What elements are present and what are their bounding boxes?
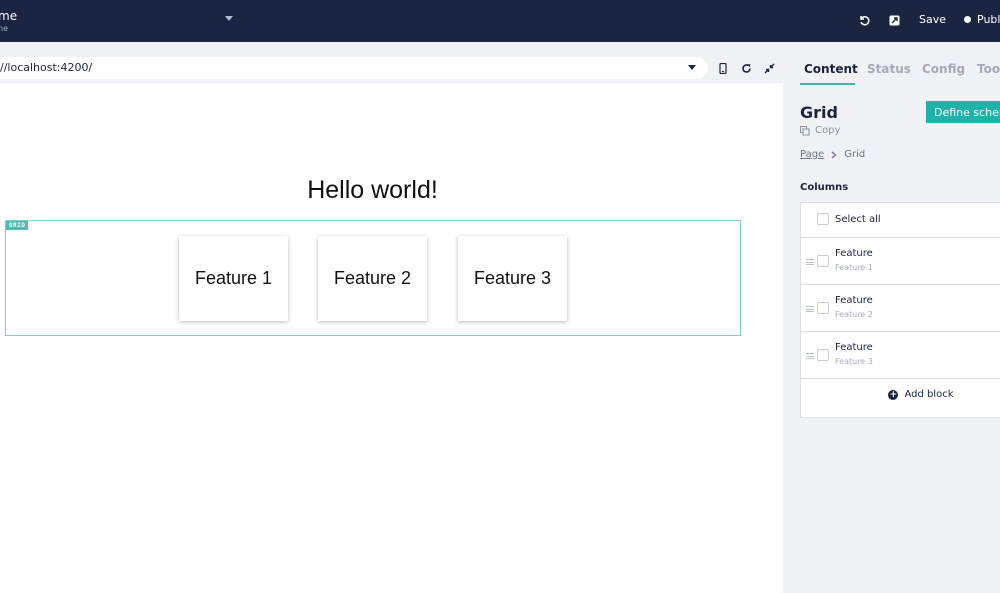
save-button[interactable]: Save — [919, 13, 946, 26]
drag-handle-icon[interactable] — [806, 259, 814, 265]
row-checkbox[interactable] — [817, 302, 829, 314]
list-item[interactable]: Feature Feature 3 — [801, 332, 1000, 379]
collapse-icon[interactable] — [762, 61, 776, 75]
breadcrumb: Page Grid — [800, 149, 865, 160]
tab-content[interactable]: Content — [804, 62, 858, 76]
page-title: me — [0, 9, 18, 23]
row-label: Feature — [835, 248, 873, 259]
status-dot-icon — [964, 16, 971, 23]
list-item[interactable]: Feature Feature 1 — [801, 238, 1000, 285]
feature-card-3[interactable]: Feature 3 — [458, 236, 567, 321]
feature-card-2[interactable]: Feature 2 — [318, 236, 427, 321]
columns-label: Columns — [800, 182, 849, 193]
select-all-label: Select all — [835, 214, 881, 225]
preview-canvas[interactable]: Hello world! GRID Feature 1 Feature 2 Fe… — [0, 83, 783, 593]
publish-button[interactable]: Publ — [964, 13, 1000, 26]
row-checkbox[interactable] — [817, 255, 829, 267]
row-sublabel: Feature 2 — [835, 310, 873, 319]
drag-handle-icon[interactable] — [806, 306, 814, 312]
drag-handle-icon[interactable] — [806, 353, 814, 359]
copy-button[interactable]: Copy — [800, 125, 840, 136]
list-item[interactable]: Feature Feature 2 — [801, 285, 1000, 332]
row-sublabel: Feature 1 — [835, 263, 873, 272]
tab-status[interactable]: Status — [867, 62, 911, 76]
publish-label: Publ — [977, 13, 1000, 26]
page-subtitle: ne — [0, 24, 8, 33]
row-label: Feature — [835, 342, 873, 353]
copy-label: Copy — [815, 125, 841, 136]
grid-block[interactable]: GRID Feature 1 Feature 2 Feature 3 — [5, 220, 741, 336]
row-sublabel: Feature 3 — [835, 357, 873, 366]
select-all-row[interactable]: Select all — [801, 203, 1000, 238]
feature-card-1[interactable]: Feature 1 — [179, 236, 288, 321]
editor-panel: Content Status Config Tool Grid Define s… — [785, 42, 1000, 593]
add-block-label: Add block — [904, 389, 954, 400]
add-block-button[interactable]: + Add block — [801, 389, 1000, 400]
row-label: Feature — [835, 295, 873, 306]
row-checkbox[interactable] — [817, 349, 829, 361]
chevron-down-icon[interactable] — [225, 16, 233, 21]
chevron-right-icon — [831, 151, 837, 158]
select-all-checkbox[interactable] — [817, 213, 829, 225]
hello-heading: Hello world! — [307, 176, 438, 204]
copy-icon — [800, 125, 810, 135]
active-tab-indicator — [800, 83, 855, 85]
columns-list: Select all Feature Feature 1 Feature Fea… — [800, 202, 1000, 418]
tab-config[interactable]: Config — [922, 62, 965, 76]
external-edit-icon[interactable] — [887, 13, 901, 27]
mobile-view-icon[interactable] — [716, 61, 730, 75]
breadcrumb-current: Grid — [844, 149, 866, 160]
url-dropdown-icon[interactable] — [688, 65, 696, 70]
define-schema-button[interactable]: Define schem — [926, 101, 1000, 123]
url-text: //localhost:4200/ — [0, 61, 93, 74]
grid-tag: GRID — [6, 221, 29, 230]
plus-circle-icon: + — [888, 389, 899, 400]
block-title: Grid — [800, 103, 838, 122]
undo-icon[interactable] — [857, 13, 871, 27]
top-bar: me ne Save Publ — [0, 0, 1000, 42]
panel-tabs: Content Status Config Tool — [785, 42, 1000, 86]
breadcrumb-page-link[interactable]: Page — [800, 149, 824, 160]
url-bar[interactable]: //localhost:4200/ — [0, 57, 708, 79]
reload-icon[interactable] — [739, 61, 753, 75]
tab-tools[interactable]: Tool — [977, 62, 1000, 76]
